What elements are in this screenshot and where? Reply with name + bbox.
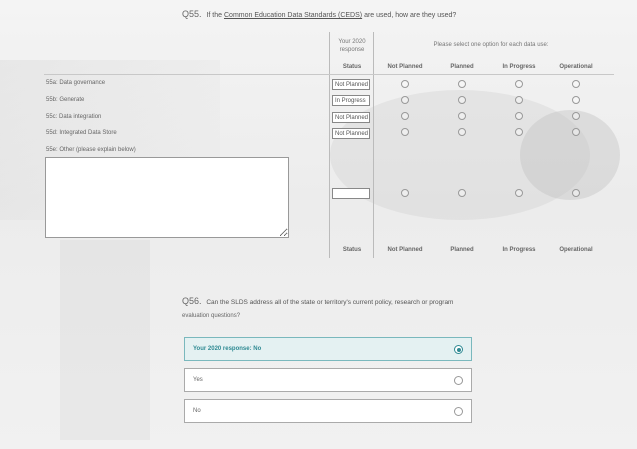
column-header-operational: Operational bbox=[559, 64, 593, 70]
q55-number: Q55. bbox=[182, 9, 202, 19]
status-field-55a[interactable]: Not Planned bbox=[332, 79, 370, 90]
radio-55b-not-planned[interactable] bbox=[401, 96, 409, 104]
radio-55e-planned[interactable] bbox=[458, 189, 466, 197]
q56-option-yes[interactable]: Yes bbox=[184, 368, 472, 392]
option-label: Your 2020 response: No bbox=[193, 346, 262, 352]
q56-number: Q56. bbox=[182, 296, 202, 306]
instruction-text: Please select one option for each data u… bbox=[433, 42, 549, 48]
status-field-55c[interactable]: Not Planned bbox=[332, 112, 370, 123]
radio-55c-operational[interactable] bbox=[572, 112, 580, 120]
radio-55e-operational[interactable] bbox=[572, 189, 580, 197]
radio-55d-operational[interactable] bbox=[572, 128, 580, 136]
radio-55c-not-planned[interactable] bbox=[401, 112, 409, 120]
radio-55e-in-progress[interactable] bbox=[515, 189, 523, 197]
radio-55a-planned[interactable] bbox=[458, 80, 466, 88]
footer-header-operational: Operational bbox=[559, 247, 593, 253]
q56-text-continued: evaluation questions? bbox=[182, 313, 241, 319]
radio-55d-not-planned[interactable] bbox=[401, 128, 409, 136]
radio-icon[interactable] bbox=[454, 407, 463, 416]
status-field-55e[interactable] bbox=[332, 188, 370, 199]
column-header-planned: Planned bbox=[450, 64, 474, 70]
footer-header-in-progress: In Progress bbox=[502, 247, 536, 253]
radio-55b-planned[interactable] bbox=[458, 96, 466, 104]
row-label-55b: 55b: Generate bbox=[46, 97, 85, 103]
radio-55c-planned[interactable] bbox=[458, 112, 466, 120]
column-header-in-progress: In Progress bbox=[502, 64, 536, 70]
q56-option-no[interactable]: No bbox=[184, 399, 472, 423]
q55-prefix: If the bbox=[206, 12, 223, 19]
other-explain-textarea[interactable] bbox=[45, 157, 289, 238]
ceds-link[interactable]: Common Education Data Standards (CEDS) bbox=[224, 12, 362, 19]
row-label-55d: 55d: Integrated Data Store bbox=[46, 130, 117, 136]
radio-55d-planned[interactable] bbox=[458, 128, 466, 136]
column-header-not-planned: Not Planned bbox=[387, 64, 423, 70]
status-field-55d[interactable]: Not Planned bbox=[332, 128, 370, 139]
q56-text: Can the SLDS address all of the state or… bbox=[206, 299, 454, 306]
footer-header-not-planned: Not Planned bbox=[387, 247, 423, 253]
radio-selected-icon[interactable] bbox=[454, 345, 463, 354]
q55-suffix: are used, how are they used? bbox=[364, 12, 457, 19]
q55-title: Q55. If the Common Education Data Standa… bbox=[182, 9, 456, 19]
header-rule bbox=[44, 74, 614, 75]
row-label-55c: 55c: Data integration bbox=[46, 114, 102, 120]
status-field-55b[interactable]: In Progress bbox=[332, 95, 370, 106]
footer-header-planned: Planned bbox=[450, 247, 474, 253]
radio-55e-not-planned[interactable] bbox=[401, 189, 409, 197]
radio-icon[interactable] bbox=[454, 376, 463, 385]
radio-55b-operational[interactable] bbox=[572, 96, 580, 104]
option-label: Yes bbox=[193, 377, 203, 383]
row-label-55a: 55a: Data governance bbox=[46, 80, 106, 86]
your-2020-response-header: Your 2020 response bbox=[338, 39, 366, 53]
option-label: No bbox=[193, 408, 201, 414]
q56-option-your-2020-response[interactable]: Your 2020 response: No bbox=[184, 337, 472, 361]
radio-55d-in-progress[interactable] bbox=[515, 128, 523, 136]
footer-header-status: Status bbox=[342, 247, 362, 253]
q56-title: Q56. Can the SLDS address all of the sta… bbox=[182, 296, 453, 306]
column-header-status: Status bbox=[342, 64, 362, 70]
radio-55b-in-progress[interactable] bbox=[515, 96, 523, 104]
row-label-55e: 55e: Other (please explain below) bbox=[46, 147, 136, 153]
radio-55c-in-progress[interactable] bbox=[515, 112, 523, 120]
radio-55a-not-planned[interactable] bbox=[401, 80, 409, 88]
radio-55a-operational[interactable] bbox=[572, 80, 580, 88]
radio-55a-in-progress[interactable] bbox=[515, 80, 523, 88]
